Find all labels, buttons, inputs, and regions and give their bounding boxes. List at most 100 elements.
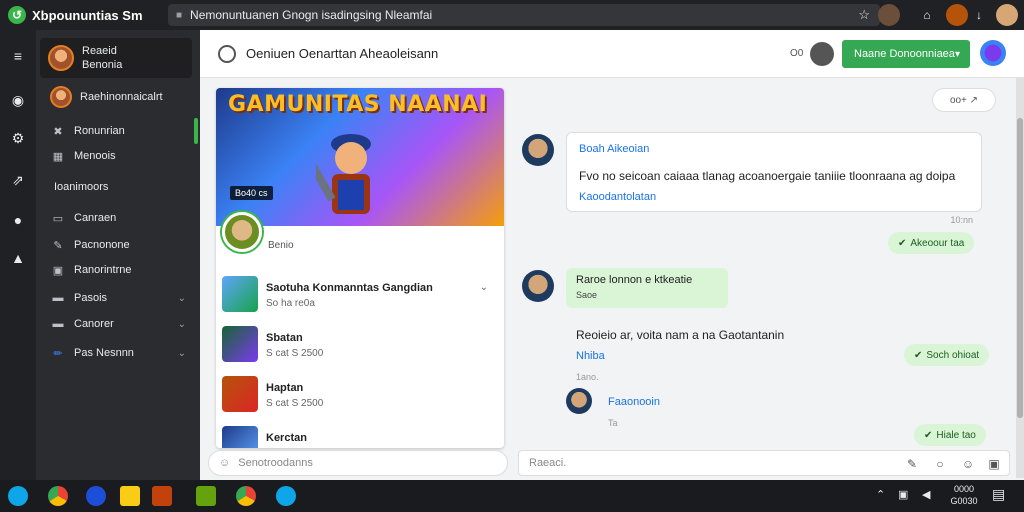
user-avatar[interactable] <box>996 4 1018 26</box>
message-bubble: Raroe lonnon e ktkeatie Saoe <box>566 268 728 308</box>
app-brand[interactable]: ↺ Xbpoununtias Sm <box>0 6 165 24</box>
avatar[interactable] <box>222 212 262 252</box>
list-thumb <box>222 376 258 412</box>
sidebar-item-label: Ranorintrne <box>74 264 132 276</box>
settings-icon[interactable]: ⚙ <box>8 128 28 148</box>
check-icon: ✔ <box>898 237 907 249</box>
message-timestamp: 10:nn <box>950 215 973 225</box>
sidebar-item-4[interactable]: ✎ Pacnonone <box>50 236 190 254</box>
sidebar-item-1[interactable]: ▦ Menoois <box>50 147 190 165</box>
sidebar-item-7[interactable]: ▬ Canorer ⌄ <box>50 315 190 333</box>
browser-top-bar: ↺ Xbpoununtias Sm ■ Nemonuntuanen Gnogn … <box>0 0 1024 30</box>
game-banner[interactable]: GAMUNITAS NAANAI Bo40 cs <box>216 88 504 226</box>
list-thumb <box>222 276 258 312</box>
sidebar-item-5[interactable]: ▣ Ranorintrne <box>50 261 190 279</box>
game-icon[interactable] <box>196 486 216 506</box>
emoji-icon[interactable]: ☺ <box>219 457 230 469</box>
app-title: Xbpoununtias Sm <box>32 7 143 23</box>
timestamp: Ta <box>608 418 618 428</box>
bookmark-star-icon[interactable]: ☆ <box>858 7 870 23</box>
sidebar-item-6[interactable]: ▬ Pasois ⌄ <box>50 289 190 307</box>
list-item[interactable]: Sbatan S cat S 2500 <box>222 322 498 362</box>
scrollbar-thumb[interactable] <box>1017 118 1023 418</box>
menu-icon[interactable]: ≡ <box>8 46 28 66</box>
folder-icon: ▬ <box>52 292 64 304</box>
attach-icon[interactable]: ✎ <box>905 457 919 471</box>
tray-chevron-icon[interactable]: ⌃ <box>876 488 885 501</box>
sidebar-item-label: Menoois <box>74 150 116 162</box>
message-author[interactable]: Boah Aikeoian <box>579 143 649 155</box>
avatar[interactable] <box>522 134 554 166</box>
main-header: Oeniuen Oenarttan Aheaoleisann O0 Naane … <box>200 30 1024 78</box>
section-heading-label: Ioanimoors <box>54 181 109 193</box>
message-author[interactable]: Raroe lonnon e ktkeatie <box>576 274 692 286</box>
sidebar-item-label: Ronunrian <box>74 125 125 137</box>
message-bubble: Boah Aikeoian Fvo no seicoan caiaaa tlan… <box>566 132 982 225</box>
chrome-icon[interactable] <box>48 486 68 506</box>
clock-time: 0000 <box>953 484 975 494</box>
notification-icon[interactable]: ▤ <box>992 486 1005 503</box>
chevron-down-icon[interactable]: ⌄ <box>178 293 186 304</box>
reply-pill[interactable]: ✔ Hiale tao <box>914 424 986 446</box>
sidebar-item-label: Raehinonnaicalrt <box>80 91 163 103</box>
app-icon[interactable] <box>152 486 172 506</box>
extension-icon[interactable] <box>946 4 968 26</box>
reply-pill-label: Akeoour taa <box>910 237 965 249</box>
chat-options-pill[interactable]: oo+ ↗ <box>932 88 996 112</box>
page-title: Oeniuen Oenarttan Aheaoleisann <box>246 46 439 61</box>
header-avatar[interactable] <box>810 42 834 66</box>
primary-action-button[interactable]: Naane Donoonniaea ▾ <box>842 40 970 68</box>
chat-icon[interactable]: ● <box>8 210 28 230</box>
sidebar: ≡ ◉ ⚙ ⇗ ● ▲ Reaeid Benonia Raehinonnaica… <box>0 30 200 480</box>
clock-icon <box>218 44 236 63</box>
start-icon[interactable] <box>8 486 28 506</box>
avatar[interactable] <box>522 270 554 302</box>
sidebar-profile[interactable]: Reaeid Benonia <box>40 38 192 78</box>
chevron-down-icon[interactable]: ⌄ <box>178 319 186 330</box>
reply-author[interactable]: Faaonooin <box>608 396 660 408</box>
messenger-icon[interactable] <box>276 486 296 506</box>
document-icon: ▭ <box>52 212 64 225</box>
profile-avatar-icon[interactable] <box>878 4 900 26</box>
sidebar-item-active[interactable]: Raehinonnaicalrt <box>50 86 190 108</box>
network-icon[interactable]: ▣ <box>898 488 908 501</box>
avatar[interactable] <box>566 388 592 414</box>
chat-message-input[interactable]: Raeaci. ✎ ○ ☺ ▣ <box>518 450 1010 476</box>
list-item[interactable]: Haptan S cat S 2500 <box>222 372 498 412</box>
mic-icon[interactable]: ○ <box>933 457 947 471</box>
chat-panel: oo+ ↗ Boah Aikeoian Fvo no seicoan caiaa… <box>516 88 1006 448</box>
download-icon[interactable]: ↓ <box>968 4 990 26</box>
chrome-icon[interactable] <box>236 486 256 506</box>
reply-pill[interactable]: ✔ Akeoour taa <box>888 232 975 254</box>
list-item[interactable]: Kerctan <box>222 422 498 448</box>
folder-icon[interactable] <box>120 486 140 506</box>
edge-icon[interactable] <box>86 486 106 506</box>
sidebar-item-3[interactable]: ▭ Canraen <box>50 209 190 227</box>
clock-date: G0030 <box>950 496 978 506</box>
emoji-icon[interactable]: ☺ <box>961 457 975 471</box>
message-text: Fvo no seicoan caiaaa tlanag acoanoergai… <box>579 169 956 183</box>
card-comment-input[interactable]: ☺ Senotroodanns <box>208 450 508 476</box>
chevron-down-icon[interactable]: ⌄ <box>178 348 186 359</box>
volume-icon[interactable]: ◀ <box>922 488 930 501</box>
circle-icon[interactable]: ◉ <box>8 90 28 110</box>
message-link[interactable]: Nhiba <box>576 350 605 362</box>
people-icon[interactable]: ▲ <box>8 248 28 268</box>
list-item[interactable]: Saotuha Konmanntas Gangdian So ha re0a ⌄ <box>222 272 498 312</box>
sidebar-item-8[interactable]: ✏ Pas Nesnnn ⌄ <box>50 344 190 362</box>
home-icon[interactable]: ⌂ <box>916 4 938 26</box>
scrollbar[interactable] <box>1016 78 1024 478</box>
message-link[interactable]: Kaoodantolatan <box>579 191 656 203</box>
address-bar[interactable]: ■ Nemonuntuanen Gnogn isadingsing Nleamf… <box>168 4 880 26</box>
sidebar-item-0[interactable]: ✖ Ronunrian <box>50 122 190 140</box>
main-area: Oeniuen Oenarttan Aheaoleisann O0 Naane … <box>200 30 1024 480</box>
reply-pill[interactable]: ✔ Soch ohioat <box>904 344 990 366</box>
image-icon[interactable]: ▣ <box>987 457 1001 471</box>
avatar <box>48 45 74 71</box>
list-item-title: Kerctan <box>266 432 307 444</box>
chevron-down-icon[interactable]: ⌄ <box>480 282 488 293</box>
user-avatar[interactable] <box>980 40 1006 66</box>
taskbar-clock[interactable]: 0000 G0030 <box>944 483 984 507</box>
shield-icon: ✖ <box>53 125 63 138</box>
activity-icon[interactable]: ⇗ <box>8 170 28 190</box>
